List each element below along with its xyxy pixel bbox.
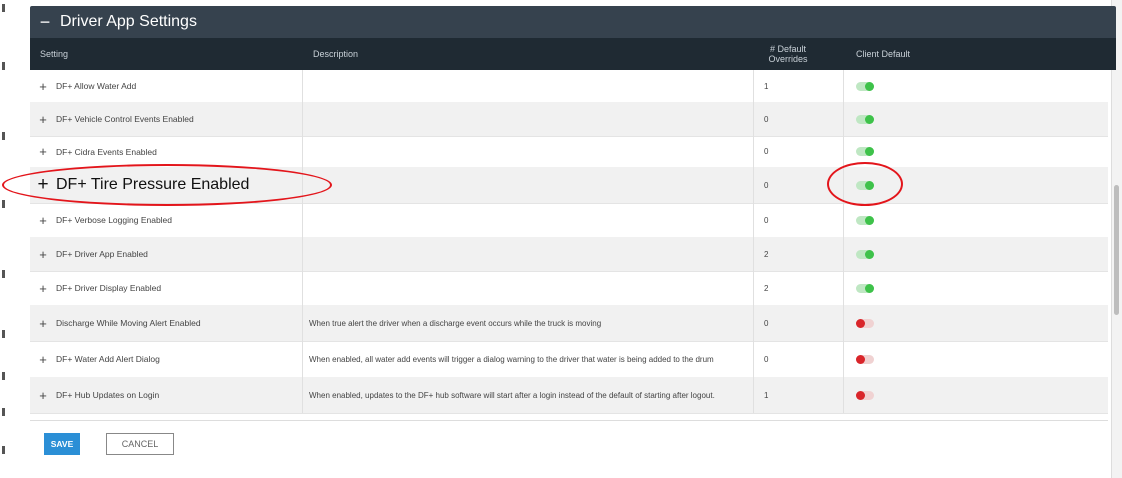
table-row-highlighted: + DF+ Tire Pressure Enabled 0 — [2, 162, 1108, 206]
panel-header[interactable]: − Driver App Settings — [30, 6, 1116, 38]
plus-icon[interactable]: + — [30, 112, 56, 127]
setting-cell: + DF+ Verbose Logging Enabled — [30, 203, 300, 237]
client-default-cell — [844, 271, 944, 305]
column-header-overrides[interactable]: # Default Overrides — [758, 38, 818, 70]
overrides-cell[interactable]: 1 — [754, 70, 844, 102]
description-cell — [302, 70, 754, 102]
setting-name: DF+ Vehicle Control Events Enabled — [56, 114, 194, 124]
driver-app-settings-panel: − Driver App Settings Setting Descriptio… — [2, 6, 1116, 478]
left-edge — [0, 0, 14, 478]
plus-icon[interactable]: + — [30, 174, 56, 196]
overrides-cell[interactable]: 2 — [754, 271, 844, 305]
description-cell — [302, 102, 754, 136]
plus-icon[interactable]: + — [30, 79, 56, 94]
column-header-overrides-line2: Overrides — [768, 54, 808, 64]
table-row: + DF+ Driver App Enabled 2 — [30, 237, 1108, 272]
overrides-cell[interactable]: 1 — [754, 377, 844, 413]
setting-name: DF+ Driver App Enabled — [56, 249, 148, 259]
toggle-off-icon[interactable] — [856, 318, 874, 328]
client-default-cell — [844, 305, 944, 341]
toggle-on-icon[interactable] — [856, 147, 874, 156]
description-cell — [302, 203, 754, 237]
plus-icon[interactable]: + — [30, 388, 56, 403]
table-row: + DF+ Driver Display Enabled 2 — [30, 271, 1108, 306]
cancel-button[interactable]: CANCEL — [106, 433, 174, 455]
plus-icon[interactable]: + — [30, 144, 56, 159]
save-button[interactable]: SAVE — [44, 433, 80, 455]
column-header-client-default[interactable]: Client Default — [856, 38, 910, 70]
toggle-on-icon[interactable] — [856, 249, 874, 259]
table-row: + Discharge While Moving Alert Enabled W… — [30, 305, 1108, 342]
client-default-cell — [844, 167, 944, 203]
column-header-row: Setting Description # Default Overrides … — [30, 38, 1116, 70]
setting-cell: + DF+ Allow Water Add — [30, 70, 300, 102]
table-row: + DF+ Water Add Alert Dialog When enable… — [30, 341, 1108, 378]
setting-name: DF+ Tire Pressure Enabled — [56, 176, 250, 193]
client-default-cell — [844, 203, 944, 237]
setting-name: Discharge While Moving Alert Enabled — [56, 318, 201, 328]
setting-cell: + DF+ Driver Display Enabled — [30, 271, 300, 305]
column-header-description[interactable]: Description — [313, 38, 358, 70]
setting-name: DF+ Allow Water Add — [56, 81, 137, 91]
client-default-cell — [844, 102, 944, 136]
client-default-cell — [844, 341, 944, 377]
collapse-icon[interactable]: − — [30, 12, 60, 33]
setting-cell: + Discharge While Moving Alert Enabled — [30, 305, 300, 341]
plus-icon[interactable]: + — [30, 281, 56, 296]
column-header-setting[interactable]: Setting — [40, 38, 68, 70]
description-cell — [302, 237, 754, 271]
description-cell — [302, 167, 754, 203]
toggle-off-icon[interactable] — [856, 354, 874, 364]
description-cell: When enabled, updates to the DF+ hub sof… — [302, 377, 754, 413]
table-row: + DF+ Cidra Events Enabled 0 — [30, 136, 1108, 168]
overrides-cell[interactable]: 2 — [754, 237, 844, 271]
toggle-on-icon[interactable] — [856, 180, 874, 190]
overrides-cell[interactable]: 0 — [754, 102, 844, 136]
setting-cell: + DF+ Water Add Alert Dialog — [30, 341, 300, 377]
setting-name: DF+ Hub Updates on Login — [56, 390, 160, 400]
setting-cell: + DF+ Cidra Events Enabled — [30, 136, 300, 167]
toggle-on-icon[interactable] — [856, 283, 874, 293]
description-cell: When enabled, all water add events will … — [302, 341, 754, 377]
setting-name: DF+ Cidra Events Enabled — [56, 146, 157, 157]
plus-icon[interactable]: + — [30, 316, 56, 331]
table-row: + DF+ Hub Updates on Login When enabled,… — [30, 377, 1108, 414]
column-header-overrides-line1: # Default — [769, 44, 807, 54]
panel-title: Driver App Settings — [60, 13, 197, 30]
description-cell — [302, 271, 754, 305]
overrides-cell[interactable]: 0 — [754, 136, 844, 167]
description-cell — [302, 136, 754, 167]
client-default-cell — [844, 237, 944, 271]
setting-name: DF+ Driver Display Enabled — [56, 283, 162, 293]
form-footer: SAVE CANCEL — [30, 420, 1108, 467]
toggle-on-icon[interactable] — [856, 114, 874, 124]
toggle-off-icon[interactable] — [856, 390, 874, 400]
plus-icon[interactable]: + — [30, 352, 56, 367]
plus-icon[interactable]: + — [30, 247, 56, 262]
setting-cell: + DF+ Vehicle Control Events Enabled — [30, 102, 300, 136]
table-row: + DF+ Vehicle Control Events Enabled 0 — [30, 102, 1108, 137]
overrides-cell[interactable]: 0 — [754, 305, 844, 341]
setting-cell: + DF+ Hub Updates on Login — [30, 377, 300, 413]
overrides-cell[interactable]: 0 — [754, 341, 844, 377]
description-cell: When true alert the driver when a discha… — [302, 305, 754, 341]
toggle-on-icon[interactable] — [856, 215, 874, 225]
setting-name: DF+ Verbose Logging Enabled — [56, 215, 173, 225]
client-default-cell — [844, 136, 944, 167]
setting-name: DF+ Water Add Alert Dialog — [56, 354, 160, 364]
toggle-on-icon[interactable] — [856, 81, 874, 91]
setting-cell: + DF+ Tire Pressure Enabled — [30, 167, 300, 203]
setting-cell: + DF+ Driver App Enabled — [30, 237, 300, 271]
table-row: + DF+ Verbose Logging Enabled 0 — [30, 203, 1108, 238]
overrides-cell[interactable]: 0 — [754, 203, 844, 237]
table-row: + DF+ Allow Water Add 1 — [30, 70, 1108, 103]
client-default-cell — [844, 377, 944, 413]
overrides-cell[interactable]: 0 — [754, 167, 844, 203]
plus-icon[interactable]: + — [30, 213, 56, 228]
client-default-cell — [844, 70, 944, 102]
